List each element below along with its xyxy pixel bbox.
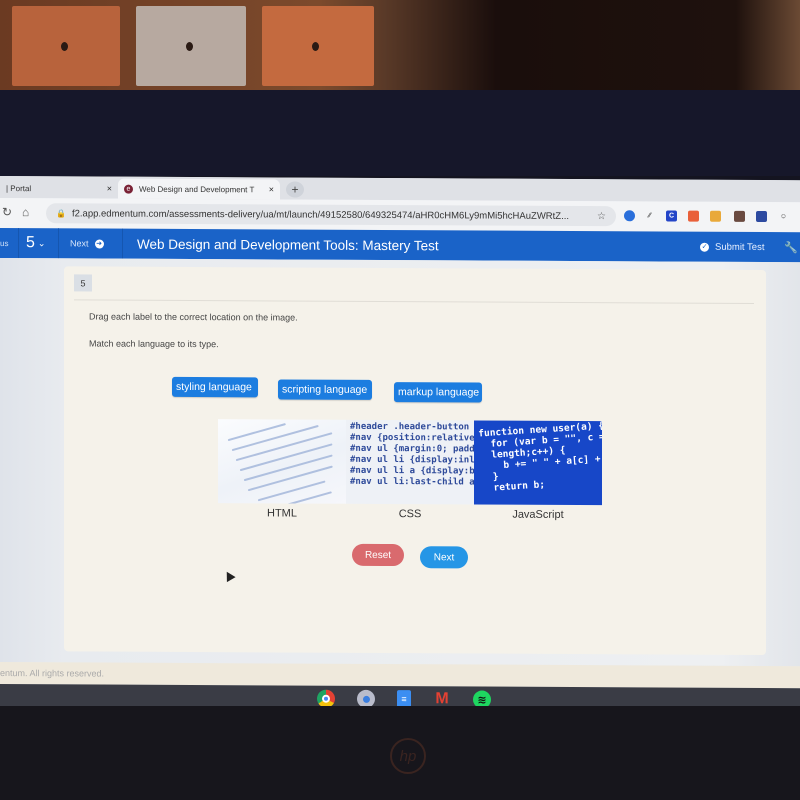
tab-web-design[interactable]: e Web Design and Development T ×	[118, 178, 280, 200]
close-icon[interactable]: ×	[269, 184, 274, 194]
javascript-code-image[interactable]: function new user(a) { for (var b = "", …	[474, 420, 602, 506]
new-tab-button[interactable]: +	[286, 181, 304, 198]
label-markup-language[interactable]: markup language	[394, 382, 482, 403]
browser-toolbar: ↻ ⌂ 🔒 f2.app.edmentum.com/assessments-de…	[0, 198, 800, 233]
tab-label: Web Design and Development T	[139, 184, 255, 194]
extension-c-icon[interactable]: C	[666, 210, 677, 222]
profile-icon[interactable]: ☺	[778, 211, 789, 222]
arrow-right-circle-icon: ➜	[94, 238, 104, 249]
javascript-code-text: function new user(a) { for (var b = "", …	[478, 420, 602, 494]
chevron-down-icon: ⌄	[37, 237, 46, 248]
divider	[74, 299, 754, 304]
next-label: Next	[70, 238, 89, 249]
submit-label: Submit Test	[715, 241, 765, 253]
extension-orange-icon[interactable]	[688, 210, 699, 222]
css-code-image[interactable]: #header .header-button {posit #nav {posi…	[346, 419, 474, 505]
question-number: 5	[26, 234, 35, 252]
check-circle-icon: ✓	[700, 242, 709, 252]
label-scripting-language[interactable]: scripting language	[278, 379, 372, 400]
question-card: 5 Drag each label to the correct locatio…	[64, 266, 766, 656]
edmentum-favicon-icon: e	[124, 184, 133, 194]
question-number-badge: 5	[74, 274, 92, 292]
reset-button[interactable]: Reset	[352, 543, 404, 567]
test-title: Web Design and Development Tools: Master…	[137, 236, 439, 253]
javascript-caption: JavaScript	[512, 508, 564, 521]
previous-nav-fragment[interactable]: us	[0, 239, 8, 248]
css-caption: CSS	[398, 508, 422, 521]
label-styling-language[interactable]: styling language	[172, 376, 258, 398]
lock-icon: 🔒	[56, 208, 66, 218]
app-header: us 5 ⌄ Next ➜ Web Design and Development…	[0, 228, 800, 263]
html-code-image[interactable]	[218, 419, 346, 504]
laptop-bezel-top	[0, 90, 800, 176]
question-selector[interactable]: 5 ⌄	[26, 234, 45, 252]
drawer	[262, 6, 374, 86]
copyright-text: entum. All rights reserved.	[0, 668, 105, 679]
extension-yellow-icon[interactable]	[710, 210, 721, 222]
wrench-icon[interactable]: 🔧	[784, 241, 798, 254]
extension-shield-icon[interactable]	[734, 210, 745, 222]
bookmark-star-icon[interactable]: ☆	[597, 211, 606, 222]
room-background	[0, 0, 800, 92]
home-icon[interactable]: ⌂	[22, 205, 29, 219]
prompt-text: Match each language to its type.	[89, 338, 219, 350]
extension-reader-icon[interactable]	[756, 210, 767, 223]
html-caption: HTML	[267, 507, 297, 520]
extension-blue-circle-icon[interactable]	[624, 210, 635, 222]
reload-icon[interactable]: ↻	[2, 205, 12, 219]
tab-label: | Portal	[6, 183, 32, 193]
submit-test-button[interactable]: ✓ Submit Test	[700, 241, 765, 253]
drawer	[136, 6, 246, 86]
extension-dots-icon[interactable]: ⁄⁄	[644, 210, 655, 221]
laptop-screen: | Portal × e Web Design and Development …	[0, 176, 800, 711]
address-bar[interactable]: 🔒 f2.app.edmentum.com/assessments-delive…	[46, 203, 616, 227]
drawer	[12, 6, 120, 86]
hp-logo: hp	[390, 738, 426, 774]
next-question-button[interactable]: Next ➜	[70, 238, 104, 248]
css-code-text: #header .header-button {posit #nav {posi…	[350, 421, 474, 488]
instruction-text: Drag each label to the correct location …	[89, 311, 298, 323]
close-icon[interactable]: ×	[107, 184, 112, 194]
next-button[interactable]: Next	[420, 546, 468, 569]
url-text: f2.app.edmentum.com/assessments-delivery…	[71, 207, 570, 222]
tab-portal[interactable]: | Portal ×	[0, 178, 118, 199]
